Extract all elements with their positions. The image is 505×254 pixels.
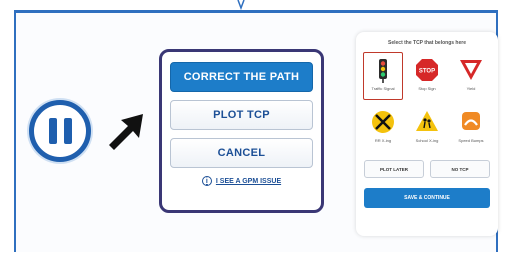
school-crossing-icon (416, 111, 438, 131)
yield-sign-icon (460, 60, 482, 80)
correct-path-button[interactable]: CORRECT THE PATH (170, 62, 313, 92)
arrow-pointer-icon (109, 114, 143, 150)
pause-button[interactable] (29, 100, 91, 162)
speed-bump-icon (462, 112, 480, 130)
action-menu: CORRECT THE PATH PLOT TCP CANCEL i I SEE… (159, 49, 324, 213)
svg-text:STOP: STOP (419, 69, 435, 75)
traffic-light-icon (379, 59, 387, 83)
pause-icon-bar-right (63, 118, 72, 144)
tcp-action-row: PLOT LATER NO TCP (362, 160, 492, 178)
tcp-item-yield[interactable]: Yield (451, 52, 491, 100)
no-tcp-button[interactable]: NO TCP (430, 160, 490, 178)
tcp-label: School X-ing (415, 138, 439, 143)
save-continue-button[interactable]: SAVE & CONTINUE (364, 188, 490, 208)
railroad-crossing-icon (372, 111, 394, 133)
tcp-selection-panel: Select the TCP that belongs here Traffic… (356, 32, 498, 236)
tcp-item-school-crossing[interactable]: School X-ing (407, 104, 447, 152)
info-icon: i (201, 176, 212, 186)
tcp-item-traffic-signal[interactable]: Traffic Signal (363, 52, 403, 100)
tcp-item-stop-sign[interactable]: STOP Stop Sign (407, 52, 447, 100)
tcp-label: Traffic Signal (371, 86, 395, 91)
stop-sign-icon: STOP (416, 59, 438, 81)
tcp-grid: Traffic Signal STOP Stop Sign Yield RR X… (362, 52, 492, 152)
tcp-label: Stop Sign (418, 86, 436, 91)
tcp-item-rr-crossing[interactable]: RR X-ing (363, 104, 403, 152)
tcp-label: Speed Bumps (458, 138, 484, 143)
gpm-issue-link[interactable]: i I SEE A GPM ISSUE (170, 176, 313, 186)
pause-icon-bar-left (48, 118, 57, 144)
tcp-panel-title: Select the TCP that belongs here (388, 40, 466, 46)
screen: CORRECT THE PATH PLOT TCP CANCEL i I SEE… (0, 0, 505, 254)
plot-tcp-button[interactable]: PLOT TCP (170, 100, 313, 130)
cancel-button[interactable]: CANCEL (170, 138, 313, 168)
tcp-label: Yield (466, 86, 476, 91)
gpm-issue-label: I SEE A GPM ISSUE (215, 177, 282, 185)
connector-icon (237, 0, 245, 10)
tcp-item-speed-bumps[interactable]: Speed Bumps (451, 104, 491, 152)
tcp-label: RR X-ing (374, 138, 392, 143)
plot-later-button[interactable]: PLOT LATER (364, 160, 424, 178)
